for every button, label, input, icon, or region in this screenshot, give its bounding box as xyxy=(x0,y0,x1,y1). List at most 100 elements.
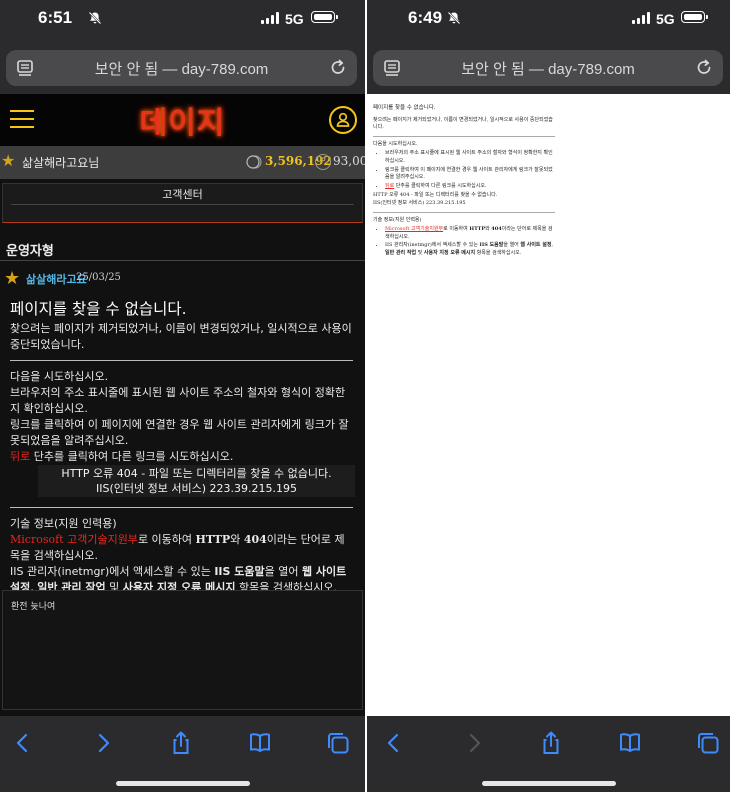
divider xyxy=(373,211,555,213)
iis-line: IIS(인터넷 정보 서비스) 223.39.215.195 xyxy=(373,199,466,206)
address-bar[interactable]: 보안 안 됨 — day-789.com xyxy=(6,50,357,86)
error-code-box: HTTP 오류 404 - 파일 또는 디렉터리를 찾을 수 없습니다. IIS… xyxy=(38,465,355,497)
username: 삶살해라고요님 xyxy=(22,156,100,170)
url-text: 보안 안 됨 — day-789.com xyxy=(461,61,635,78)
reload-icon[interactable] xyxy=(329,58,347,78)
http-keyword: HTTP xyxy=(469,226,486,233)
status-time: 6:49 xyxy=(408,8,443,27)
point-icon: P xyxy=(315,154,331,170)
divider xyxy=(11,204,354,205)
try-list: 브라우저의 주소 표시줄에 표시된 웹 사이트 주소의 철자와 형식이 정확한지… xyxy=(373,150,555,190)
site-logo[interactable]: 데이지 xyxy=(0,98,365,142)
divider xyxy=(10,507,353,508)
point-balance: 93,000 xyxy=(333,154,365,168)
browser-toolbar xyxy=(367,716,730,792)
bookmarks-icon[interactable] xyxy=(617,730,643,756)
404-keyword: 404 xyxy=(491,226,502,233)
iis-line: IIS(인터넷 정보 서비스) 223.39.215.195 xyxy=(96,482,297,495)
error-heading: 페이지를 찾을 수 없습니다. xyxy=(10,300,187,318)
iis-help-keyword: IIS 도움말 xyxy=(214,565,265,578)
back-link[interactable]: 뒤로 xyxy=(385,183,394,189)
try-item-1: 브라우저의 주소 표시줄에 표시된 웹 사이트 주소의 철자와 형식이 정확한지… xyxy=(10,386,346,415)
customer-center-title[interactable]: 고객센터 xyxy=(3,186,362,202)
error-page: 페이지를 찾을 수 없습니다. 찾으려는 페이지가 제거되었거나, 이름이 변경… xyxy=(373,105,555,260)
back-link[interactable]: 뒤로 xyxy=(10,450,30,463)
tech-item-2-text: IIS 관리자(inetmgr)에서 액세스할 수 있는 xyxy=(385,242,480,249)
tech-item-1-text: 와 xyxy=(230,533,244,546)
tech-item-2-text: 및 xyxy=(416,249,424,256)
iis-help-keyword: IIS 도움말 xyxy=(479,242,504,249)
battery-icon xyxy=(681,11,708,23)
error-description: 찾으려는 페이지가 제거되었거나, 이름이 변경되었거나, 일시적으로 사용이 … xyxy=(10,322,352,351)
http-error-line: HTTP 오류 404 - 파일 또는 디렉터리를 찾을 수 없습니다. xyxy=(373,192,498,199)
support-link[interactable]: Microsoft 고객기술지원부 xyxy=(385,226,443,232)
address-bar[interactable]: 보안 안 됨 — day-789.com xyxy=(373,50,723,86)
signal-icon xyxy=(261,12,279,24)
tech-item-2-text: IIS 관리자(inetmgr)에서 액세스할 수 있는 xyxy=(10,565,215,578)
web-content: 데이지 ★ 삶살해라고요님 3,596,192 P 93,000 고객센터 운영… xyxy=(0,94,365,716)
back-icon[interactable] xyxy=(10,730,36,756)
tabs-icon[interactable] xyxy=(695,730,721,756)
status-time: 6:51 xyxy=(38,8,73,27)
section-title: 운영자형 xyxy=(6,244,54,259)
try-item-3: 뒤로 단추를 클릭하여 다른 링크를 시도하십시오. xyxy=(10,449,353,465)
tech-item-2-text: 을 열어 xyxy=(264,565,302,578)
coin-icon xyxy=(246,155,262,169)
tech-item-1: Microsoft 고객기술지원부로 이동하여 HTTP와 404이라는 단어로… xyxy=(385,226,555,241)
url-text: 보안 안 됨 — day-789.com xyxy=(94,61,269,78)
star-icon: ★ xyxy=(4,268,21,289)
signal-icon xyxy=(632,12,650,24)
forward-icon[interactable] xyxy=(90,730,116,756)
admin-tasks-keyword: 일반 관리 작업 xyxy=(385,249,417,256)
try-title: 다음을 시도하십시오. xyxy=(10,370,109,383)
profile-icon[interactable] xyxy=(329,106,357,134)
tech-item-2-text: , xyxy=(551,242,554,249)
browser-toolbar xyxy=(0,716,365,792)
try-title: 다음을 시도하십시오. xyxy=(373,140,418,147)
share-icon[interactable] xyxy=(168,730,194,756)
error-heading: 페이지를 찾을 수 없습니다. xyxy=(373,105,436,111)
try-item-1: 브라우저의 주소 표시줄에 표시된 웹 사이트 주소의 철자와 형식이 정확한지… xyxy=(385,150,555,165)
tech-item-2-text: 항목을 검색하십시오. xyxy=(475,249,522,256)
bell-slash-icon xyxy=(88,11,102,25)
support-link[interactable]: 고객기술지원부 xyxy=(64,533,138,546)
tech-list: Microsoft 고객기술지원부로 이동하여 HTTP와 404이라는 단어로… xyxy=(373,226,555,257)
star-icon: ★ xyxy=(1,151,16,170)
share-icon[interactable] xyxy=(538,730,564,756)
bookmarks-icon[interactable] xyxy=(247,730,273,756)
right-phone-screen: 6:49 5G 보안 안 됨 — day-789.com 페이지를 찾을 수 없… xyxy=(367,0,730,792)
try-item-3-text: 단추를 클릭하여 다른 링크를 시도하십시오. xyxy=(394,182,487,189)
tabs-icon[interactable] xyxy=(325,730,351,756)
http-error-line: HTTP 오류 404 - 파일 또는 디렉터리를 찾을 수 없습니다. xyxy=(61,467,332,480)
site-header: 데이지 xyxy=(0,94,365,146)
comment-text: 환전 늦나여 xyxy=(11,602,56,612)
try-item-3: 뒤로 단추를 클릭하여 다른 링크를 시도하십시오. xyxy=(385,183,555,191)
home-indicator xyxy=(481,781,616,786)
divider xyxy=(0,260,365,261)
status-bar: 6:49 5G xyxy=(367,0,730,40)
post-date: 25/03/25 xyxy=(76,272,121,283)
try-item-3-text: 단추를 클릭하여 다른 링크를 시도하십시오. xyxy=(30,450,234,463)
user-info-bar: ★ 삶살해라고요님 3,596,192 P 93,000 xyxy=(0,146,365,179)
404-keyword: 404 xyxy=(243,533,267,546)
customer-center-panel: 고객센터 xyxy=(2,183,363,223)
website-settings-keyword: 웹 사이트 설정 xyxy=(520,242,552,249)
back-icon[interactable] xyxy=(381,730,407,756)
home-indicator xyxy=(115,781,250,786)
left-phone-screen: 6:51 5G 보안 안 됨 — day-789.com 데이지 ★ 삶살해라고… xyxy=(0,0,365,792)
status-bar: 6:51 5G xyxy=(0,0,365,40)
divider xyxy=(10,360,353,361)
try-item-2: 링크를 클릭하여 이 페이지에 연결한 경우 웹 사이트 관리자에게 링크가 잘… xyxy=(385,167,555,182)
try-item-2: 링크를 클릭하여 이 페이지에 연결한 경우 웹 사이트 관리자에게 링크가 잘… xyxy=(10,418,349,447)
microsoft-link[interactable]: Microsoft xyxy=(10,533,64,546)
http-keyword: HTTP xyxy=(195,533,231,546)
forward-icon xyxy=(469,733,481,753)
error-description: 찾으려는 페이지가 제거되었거나, 이름이 변경되었거나, 일시적으로 사용이 … xyxy=(373,116,553,131)
reload-icon[interactable] xyxy=(695,58,713,78)
tech-item-1-text: 로 이동하여 xyxy=(137,533,196,546)
comment-box: 환전 늦나여 xyxy=(2,590,363,710)
post-body: 페이지를 찾을 수 없습니다. 찾으려는 페이지가 제거되었거나, 이름이 변경… xyxy=(10,299,355,596)
network-type: 5G xyxy=(285,11,304,27)
tech-item-2-text: 을 열어 xyxy=(503,242,521,249)
web-content: 페이지를 찾을 수 없습니다. 찾으려는 페이지가 제거되었거나, 이름이 변경… xyxy=(367,94,730,716)
